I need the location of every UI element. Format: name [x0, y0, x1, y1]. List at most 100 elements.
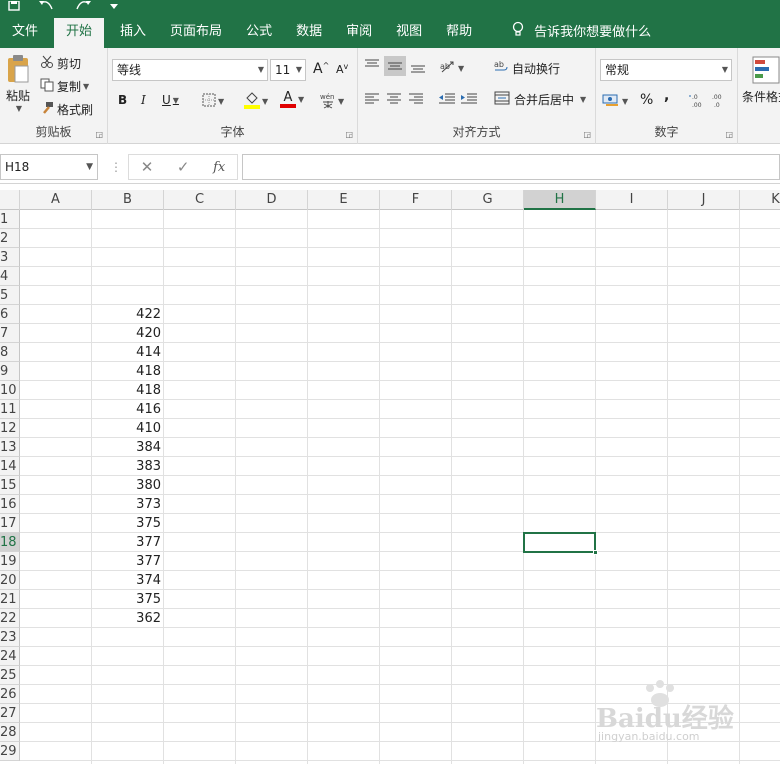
cell-b18[interactable]: 377	[92, 533, 164, 552]
conditional-formatting-button[interactable]: 条件格式	[742, 88, 780, 105]
number-format-select[interactable]: 常规 ▼	[600, 59, 732, 81]
cell-b10[interactable]: 418	[92, 381, 164, 400]
undo-icon[interactable]	[38, 1, 56, 11]
cell-b14[interactable]: 383	[92, 457, 164, 476]
column-header-e[interactable]: E	[308, 190, 380, 210]
phonetic-guide-button[interactable]: wén ▼	[320, 91, 344, 112]
fill-handle[interactable]	[593, 550, 598, 555]
comma-style-button[interactable]: ,	[664, 88, 669, 104]
row-header-19[interactable]: 19	[0, 552, 20, 571]
row-header-18[interactable]: 18	[0, 533, 20, 552]
italic-button[interactable]: I	[141, 93, 146, 107]
wrap-text-button[interactable]: ab 自动换行	[494, 60, 560, 77]
row-header-22[interactable]: 22	[0, 609, 20, 628]
row-header-10[interactable]: 10	[0, 381, 20, 400]
tell-me-box[interactable]: 告诉我你想要做什么	[484, 18, 663, 48]
column-header-c[interactable]: C	[164, 190, 236, 210]
insert-function-icon[interactable]: fx	[213, 160, 225, 175]
dialog-launcher-icon[interactable]: ◲	[725, 130, 733, 139]
row-header-15[interactable]: 15	[0, 476, 20, 495]
increase-decimal-icon[interactable]: .0.00	[688, 92, 706, 111]
row-header-1[interactable]: 1	[0, 210, 20, 229]
tab-data[interactable]: 数据	[284, 18, 334, 48]
row-header-29[interactable]: 29	[0, 742, 20, 761]
row-header-8[interactable]: 8	[0, 343, 20, 362]
cell-b19[interactable]: 377	[92, 552, 164, 571]
cut-button[interactable]: 剪切	[40, 55, 81, 72]
grow-font-button[interactable]: A ^	[313, 61, 329, 78]
row-header-26[interactable]: 26	[0, 685, 20, 704]
cell-b6[interactable]: 422	[92, 305, 164, 324]
cell-b22[interactable]: 362	[92, 609, 164, 628]
tab-file[interactable]: 文件	[0, 18, 50, 48]
row-header-14[interactable]: 14	[0, 457, 20, 476]
column-header-k[interactable]: K	[740, 190, 780, 210]
drag-handle-icon[interactable]: ⋮	[110, 160, 122, 174]
redo-icon[interactable]	[74, 1, 92, 11]
cell-b15[interactable]: 380	[92, 476, 164, 495]
tab-formulas[interactable]: 公式	[234, 18, 284, 48]
row-header-6[interactable]: 6	[0, 305, 20, 324]
accounting-format-button[interactable]: ▼	[602, 93, 628, 110]
tab-page-layout[interactable]: 页面布局	[158, 18, 234, 48]
tab-view[interactable]: 视图	[384, 18, 434, 48]
cell-b20[interactable]: 374	[92, 571, 164, 590]
cell-b21[interactable]: 375	[92, 590, 164, 609]
cell-b17[interactable]: 375	[92, 514, 164, 533]
dialog-launcher-icon[interactable]: ◲	[95, 130, 103, 139]
percent-style-button[interactable]: %	[640, 92, 653, 108]
save-icon[interactable]	[8, 0, 20, 11]
row-header-9[interactable]: 9	[0, 362, 20, 381]
row-header-16[interactable]: 16	[0, 495, 20, 514]
row-header-23[interactable]: 23	[0, 628, 20, 647]
tab-home[interactable]: 开始	[54, 18, 105, 48]
merge-center-button[interactable]: 合并后居中 ▼	[494, 91, 586, 108]
enter-icon[interactable]: ✓	[177, 158, 190, 176]
cancel-icon[interactable]: ✕	[141, 158, 154, 176]
row-header-13[interactable]: 13	[0, 438, 20, 457]
orientation-button[interactable]: ab ▼	[440, 60, 464, 77]
cell-b13[interactable]: 384	[92, 438, 164, 457]
cell-b8[interactable]: 414	[92, 343, 164, 362]
cell-b7[interactable]: 420	[92, 324, 164, 343]
column-header-g[interactable]: G	[452, 190, 524, 210]
tab-help[interactable]: 帮助	[434, 18, 484, 48]
format-painter-button[interactable]: 格式刷	[40, 101, 93, 118]
formula-input[interactable]	[242, 154, 780, 180]
shrink-font-button[interactable]: Av	[336, 62, 348, 76]
underline-button[interactable]: U ▼	[162, 93, 179, 107]
font-size-select[interactable]: 11 ▼	[270, 59, 306, 81]
cell-b16[interactable]: 373	[92, 495, 164, 514]
row-header-12[interactable]: 12	[0, 419, 20, 438]
column-header-j[interactable]: J	[668, 190, 740, 210]
row-header-28[interactable]: 28	[0, 723, 20, 742]
row-header-20[interactable]: 20	[0, 571, 20, 590]
name-box[interactable]: H18 ▼	[0, 154, 98, 180]
align-top-icon[interactable]	[364, 58, 380, 75]
column-header-h[interactable]: H	[524, 190, 596, 210]
row-header-5[interactable]: 5	[0, 286, 20, 305]
row-header-3[interactable]: 3	[0, 248, 20, 267]
align-bottom-icon[interactable]	[410, 60, 426, 77]
borders-button[interactable]: ▼	[202, 93, 224, 110]
bold-button[interactable]: B	[118, 93, 127, 107]
paste-button[interactable]: 粘贴 ▼	[4, 54, 32, 113]
font-name-select[interactable]: 等线 ▼	[112, 59, 268, 81]
tab-insert[interactable]: 插入	[108, 18, 158, 48]
cell-b9[interactable]: 418	[92, 362, 164, 381]
align-center-icon[interactable]	[386, 92, 402, 109]
customize-icon[interactable]	[109, 3, 119, 11]
row-header-7[interactable]: 7	[0, 324, 20, 343]
copy-button[interactable]: 复制 ▼	[40, 78, 89, 95]
row-header-21[interactable]: 21	[0, 590, 20, 609]
dialog-launcher-icon[interactable]: ◲	[583, 130, 591, 139]
row-header-25[interactable]: 25	[0, 666, 20, 685]
align-right-icon[interactable]	[408, 92, 424, 109]
align-middle-icon[interactable]	[384, 56, 406, 76]
row-header-27[interactable]: 27	[0, 704, 20, 723]
column-header-b[interactable]: B	[92, 190, 164, 210]
align-left-icon[interactable]	[364, 92, 380, 109]
row-header-17[interactable]: 17	[0, 514, 20, 533]
column-header-d[interactable]: D	[236, 190, 308, 210]
cell-b11[interactable]: 416	[92, 400, 164, 419]
